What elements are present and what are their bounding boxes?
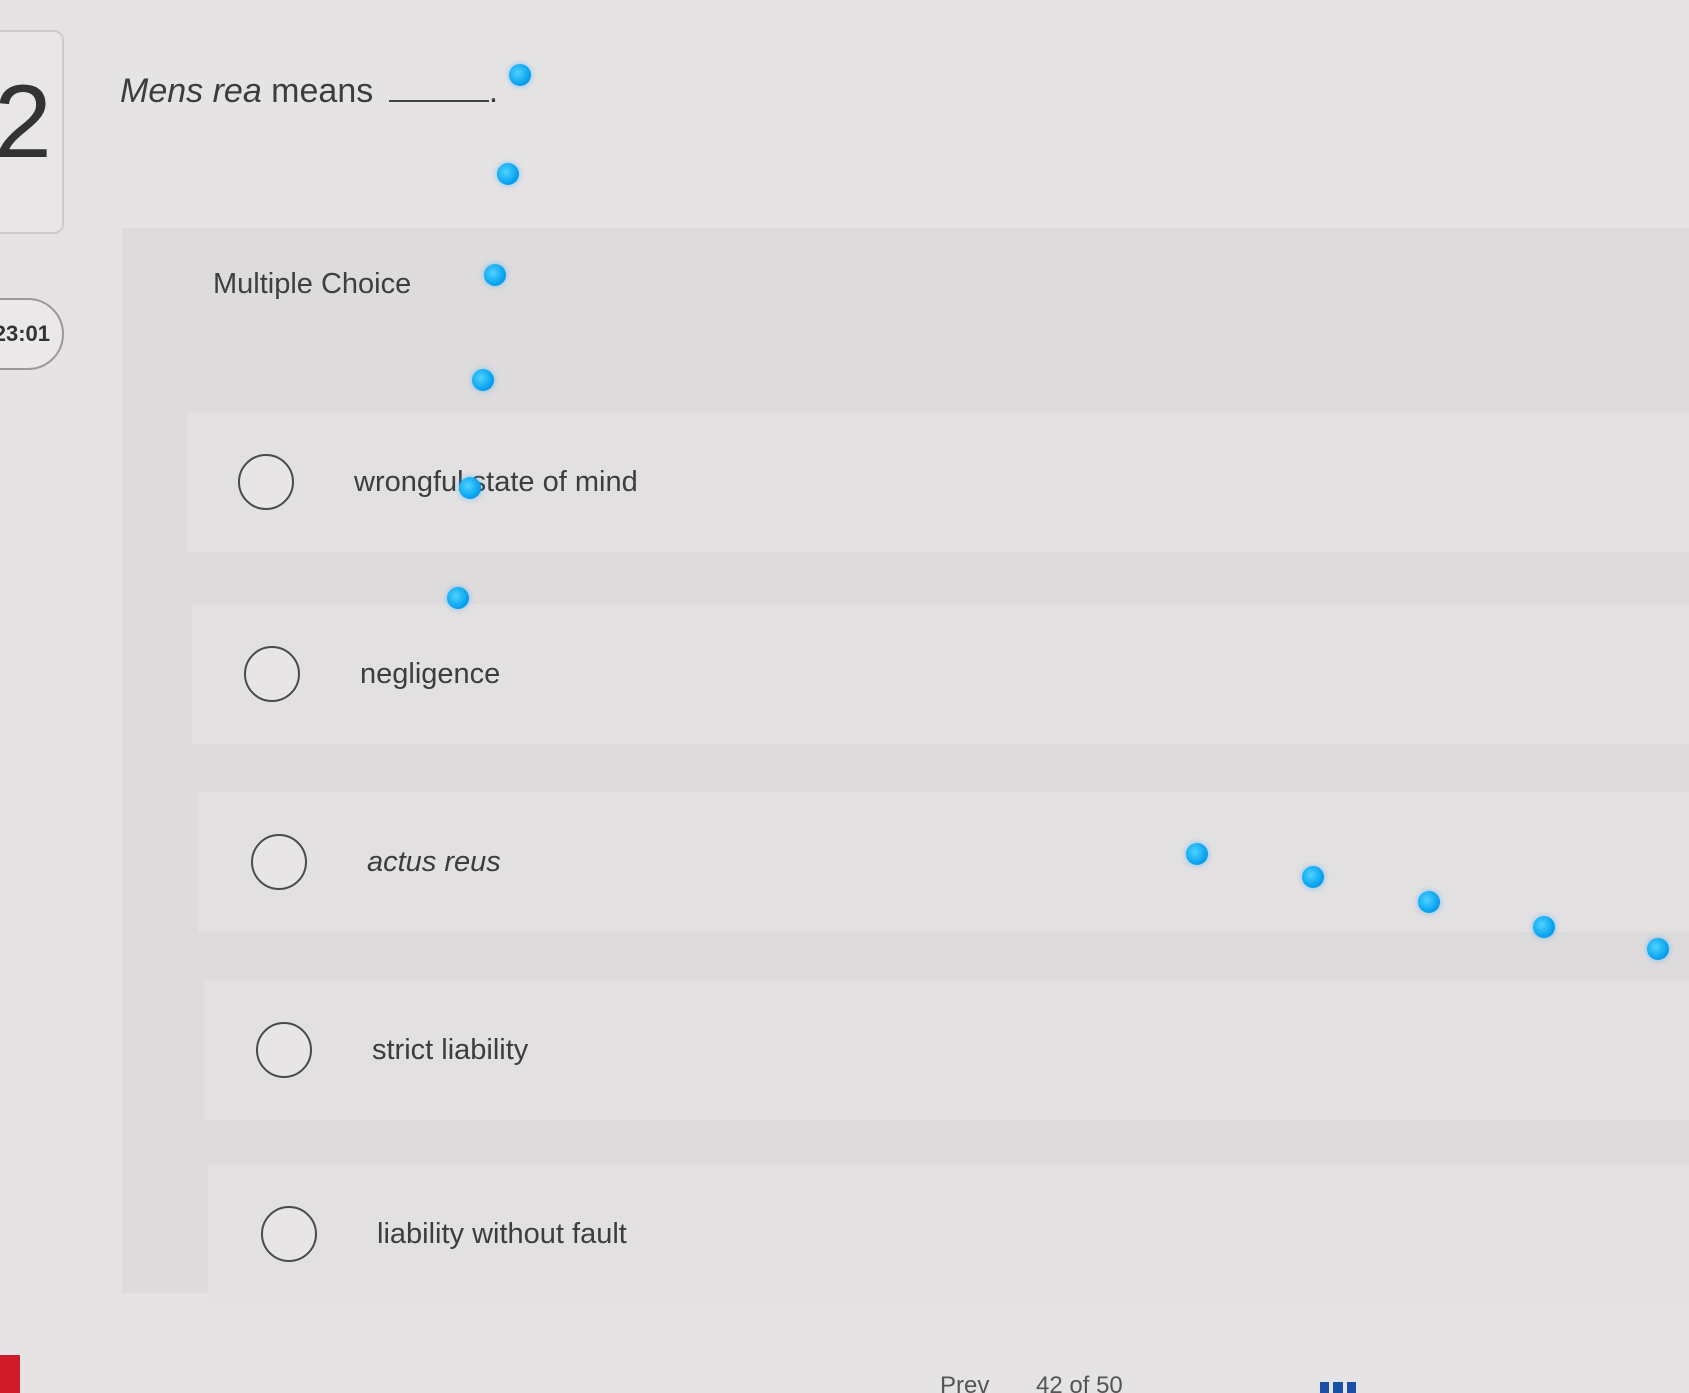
grid-icon[interactable] [1320, 1382, 1356, 1393]
option-label: liability without fault [377, 1217, 627, 1250]
glare-dot [1186, 843, 1208, 865]
prompt-end: . [488, 72, 499, 110]
radio-button[interactable] [251, 834, 307, 890]
glare-dot [472, 369, 494, 391]
answer-panel [122, 228, 1689, 1293]
red-edge-marker [0, 1355, 20, 1393]
question-prompt: Mens rea means . [120, 72, 498, 111]
option-label: wrongful state of mind [354, 465, 638, 498]
option-3[interactable]: actus reus [198, 792, 1689, 932]
prompt-term: Mens rea [120, 72, 262, 110]
prompt-text: means [261, 72, 374, 110]
option-1[interactable]: wrongful state of mind [187, 412, 1689, 552]
glare-dot [509, 64, 531, 86]
glare-dot [1418, 891, 1440, 913]
radio-button[interactable] [238, 454, 294, 510]
glare-dot [1647, 938, 1669, 960]
option-2[interactable]: negligence [192, 604, 1689, 744]
option-5[interactable]: liability without fault [208, 1164, 1689, 1304]
glare-dot [459, 477, 481, 499]
prompt-blank [388, 76, 489, 102]
page-indicator[interactable]: 42 of 50 [1036, 1372, 1123, 1393]
glare-dot [447, 587, 469, 609]
prev-button[interactable]: Prev [940, 1372, 989, 1393]
option-4[interactable]: strict liability [204, 980, 1689, 1120]
glare-dot [497, 163, 519, 185]
glare-dot [1302, 866, 1324, 888]
option-label: strict liability [372, 1033, 529, 1066]
question-number: 2 [0, 64, 52, 180]
radio-button[interactable] [256, 1022, 312, 1078]
footer-nav: Prev 42 of 50 [940, 1372, 1440, 1393]
glare-dot [1533, 916, 1555, 938]
option-label: negligence [360, 657, 501, 690]
radio-button[interactable] [244, 646, 300, 702]
glare-dot [484, 264, 506, 286]
timer-badge: 23:01 [0, 298, 64, 370]
question-type-label: Multiple Choice [213, 268, 412, 300]
radio-button[interactable] [261, 1206, 317, 1262]
option-label: actus reus [367, 845, 501, 878]
